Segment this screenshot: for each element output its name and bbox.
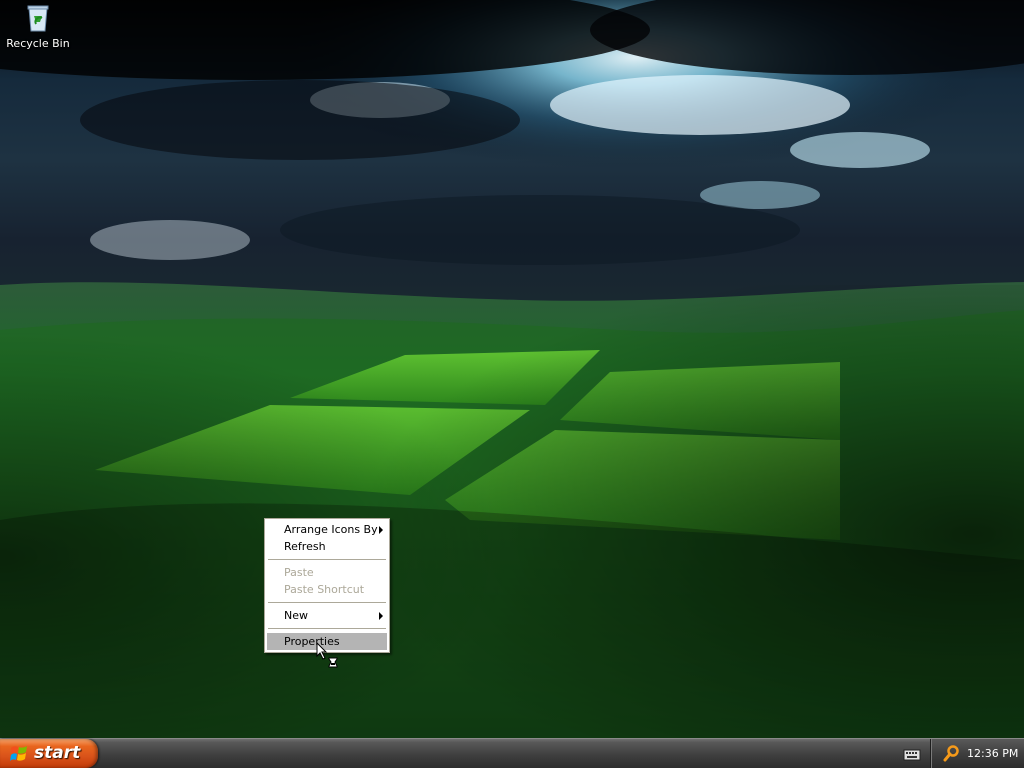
menu-separator: [268, 602, 386, 603]
menu-item-paste-shortcut: Paste Shortcut: [267, 581, 387, 598]
windows-logo-icon: [10, 746, 27, 761]
busy-cursor-icon: [316, 642, 338, 668]
menu-separator: [268, 628, 386, 629]
menu-item-refresh[interactable]: Refresh: [267, 538, 387, 555]
start-label: start: [34, 743, 81, 763]
desktop-wallpaper: [0, 0, 1024, 738]
menu-item-label: Paste Shortcut: [284, 583, 365, 596]
start-button[interactable]: start: [0, 739, 98, 768]
taskbar: start 12:36 PM: [0, 738, 1024, 768]
menu-item-label: Arrange Icons By: [284, 523, 378, 536]
search-icon[interactable]: [943, 745, 959, 762]
desktop-context-menu: Arrange Icons By Refresh Paste Paste Sho…: [264, 518, 390, 653]
menu-item-new[interactable]: New: [267, 607, 387, 624]
desktop-icon-label: Recycle Bin: [6, 37, 70, 50]
system-tray: 12:36 PM: [930, 739, 1024, 768]
desktop[interactable]: Recycle Bin Arrange Icons By Refresh Pas…: [0, 0, 1024, 738]
menu-item-label: Paste: [284, 566, 314, 579]
menu-separator: [268, 559, 386, 560]
menu-item-label: New: [284, 609, 308, 622]
menu-item-paste: Paste: [267, 564, 387, 581]
clock[interactable]: 12:36 PM: [967, 747, 1018, 760]
submenu-arrow-icon: [379, 612, 383, 620]
recycle-bin-icon: [27, 5, 49, 32]
menu-item-arrange-icons-by[interactable]: Arrange Icons By: [267, 521, 387, 538]
keyboard-icon[interactable]: [903, 747, 921, 761]
menu-item-label: Refresh: [284, 540, 326, 553]
submenu-arrow-icon: [379, 526, 383, 534]
desktop-icon-recycle-bin[interactable]: Recycle Bin: [4, 2, 72, 50]
